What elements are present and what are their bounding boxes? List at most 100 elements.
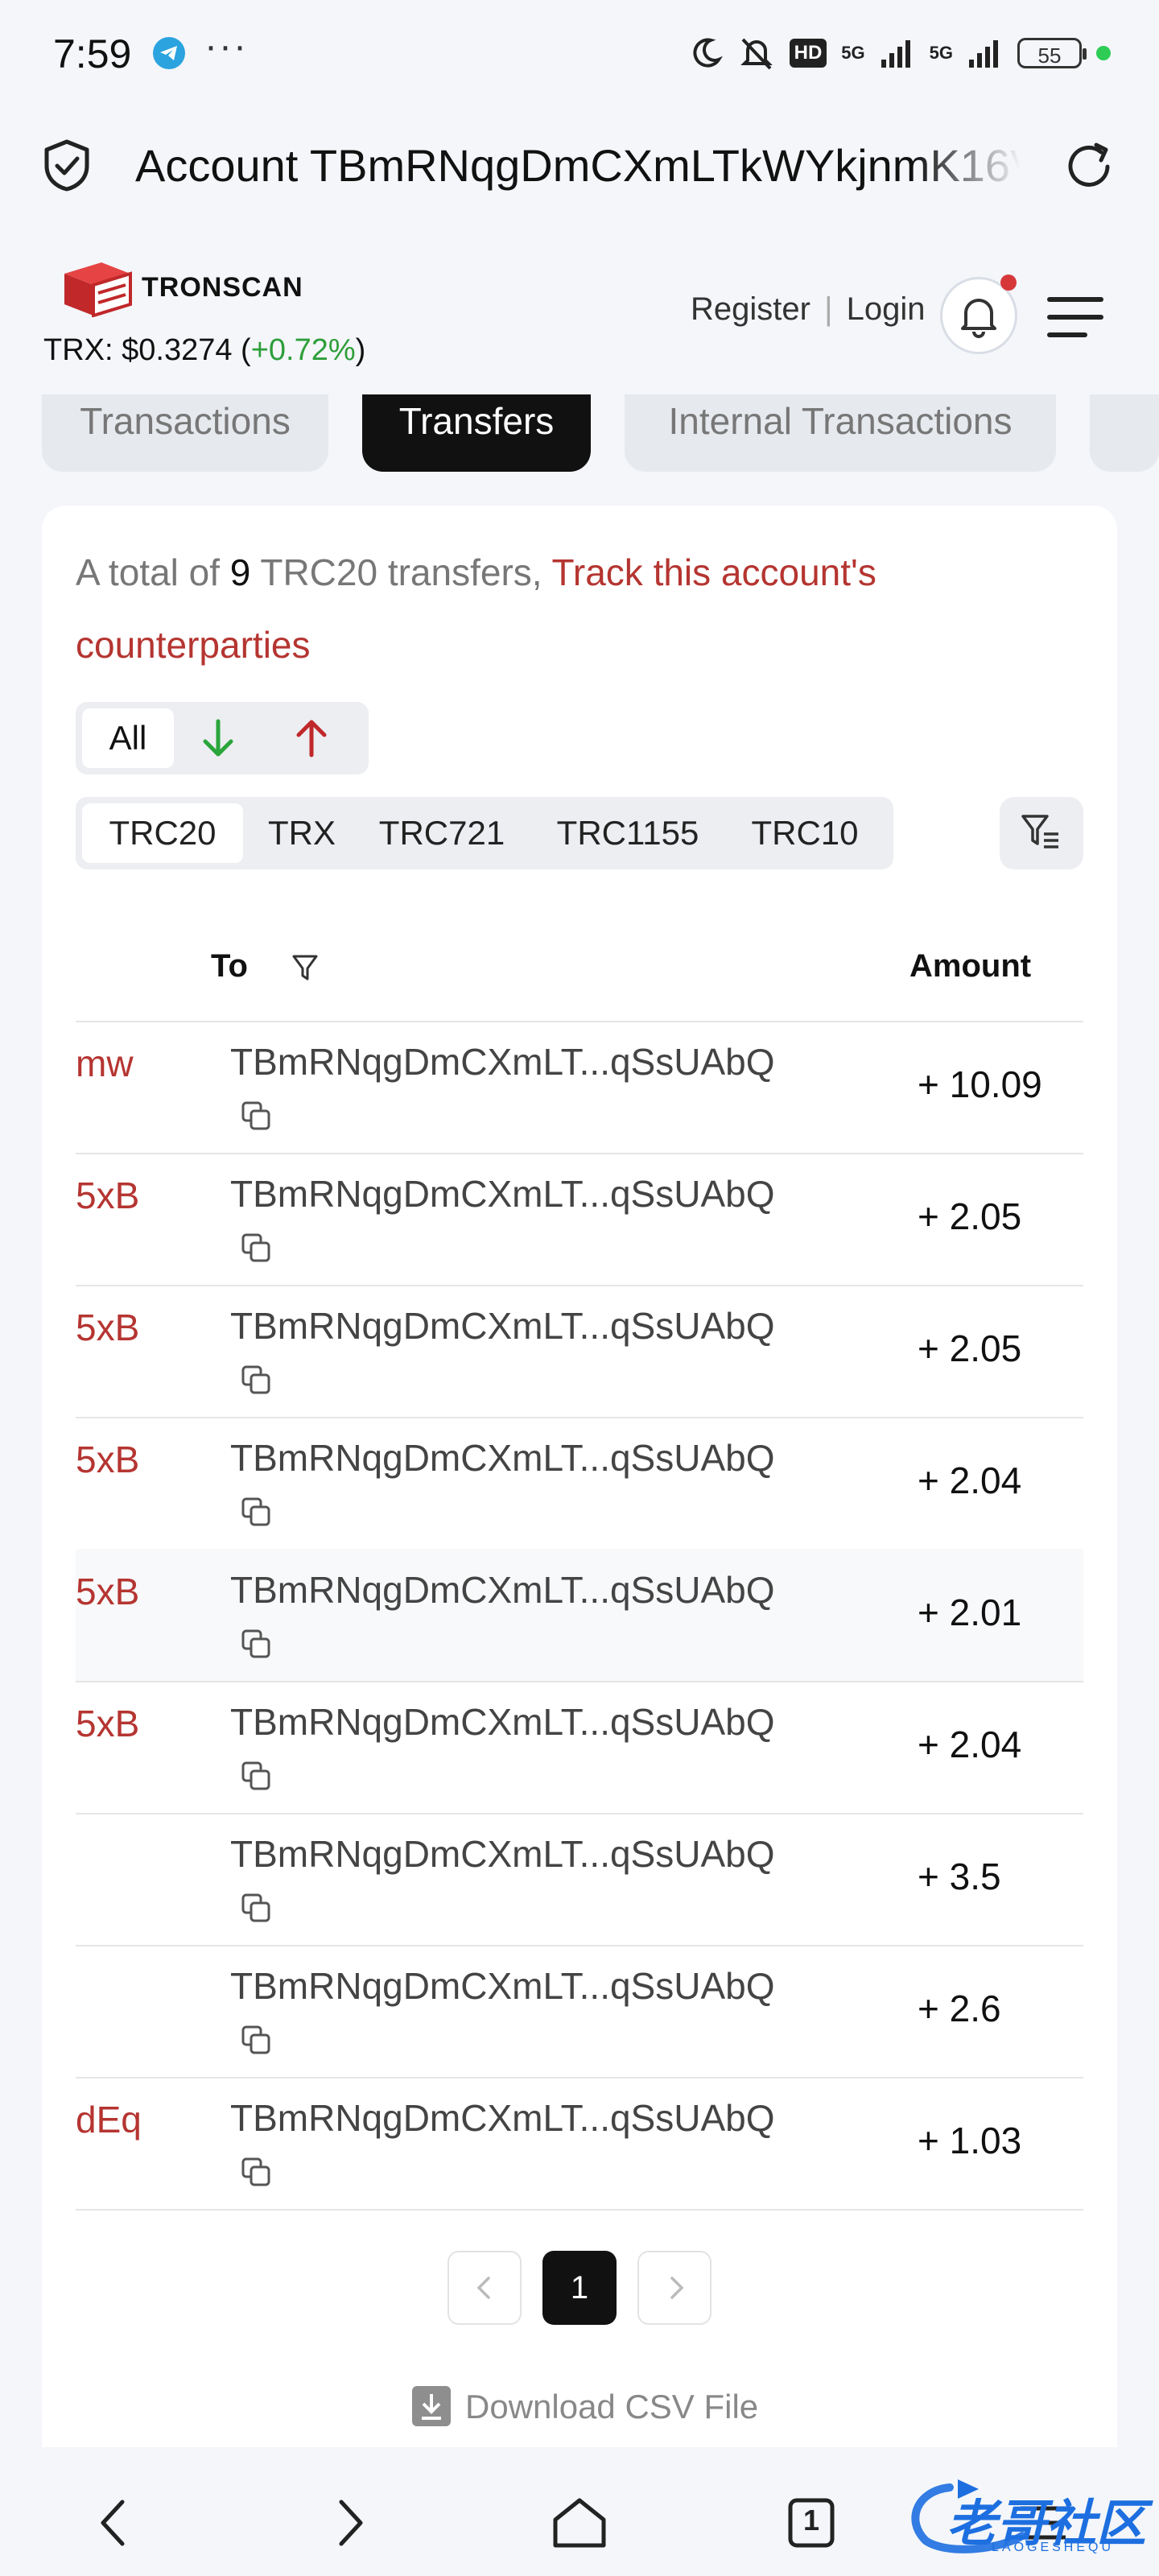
direction-all-button[interactable]: All bbox=[82, 708, 174, 768]
column-to: To bbox=[211, 948, 248, 984]
tabs-button[interactable]: 1 bbox=[779, 2491, 843, 2555]
copy-icon[interactable] bbox=[240, 1364, 272, 1396]
amount-value: + 2.04 bbox=[918, 1459, 1022, 1501]
copy-icon[interactable] bbox=[240, 2156, 272, 2188]
table-row[interactable]: 5xB TBmRNqgDmCXmLT...qSsUAbQ + 2.05 bbox=[76, 1285, 1083, 1418]
table-row[interactable]: dEq TBmRNqgDmCXmLT...qSsUAbQ + 1.03 bbox=[76, 2077, 1083, 2211]
table-row[interactable]: TBmRNqgDmCXmLT...qSsUAbQ + 2.6 bbox=[76, 1945, 1083, 2079]
tabs-count: 1 bbox=[802, 2504, 820, 2537]
tab-transactions[interactable]: Transactions bbox=[42, 394, 328, 472]
pagination-page-current[interactable]: 1 bbox=[542, 2251, 617, 2325]
privacy-dot bbox=[1096, 46, 1111, 60]
download-csv-label: Download CSV File bbox=[465, 2388, 759, 2425]
mute-icon bbox=[740, 38, 773, 70]
to-address[interactable]: TBmRNqgDmCXmLT...qSsUAbQ bbox=[230, 1040, 775, 1084]
reload-icon[interactable] bbox=[1061, 138, 1117, 195]
filter-button[interactable] bbox=[1000, 797, 1083, 869]
login-link[interactable]: Login bbox=[847, 291, 926, 327]
copy-icon[interactable] bbox=[240, 1628, 272, 1660]
table-header: To Amount bbox=[76, 924, 1083, 1022]
token-tab-trx[interactable]: TRX bbox=[258, 803, 346, 863]
filter-list-icon bbox=[1021, 815, 1058, 848]
to-address[interactable]: TBmRNqgDmCXmLT...qSsUAbQ bbox=[230, 1700, 775, 1744]
watermark-subtext: LAOGESHEQU bbox=[992, 2541, 1115, 2554]
table-row[interactable]: TBmRNqgDmCXmLT...qSsUAbQ + 3.5 bbox=[76, 1813, 1083, 1946]
amount-value: + 2.01 bbox=[918, 1591, 1022, 1633]
chevron-left-icon bbox=[476, 2277, 490, 2299]
copy-icon[interactable] bbox=[240, 1232, 272, 1264]
arrow-down-icon[interactable] bbox=[193, 713, 243, 763]
hamburger-menu-icon[interactable] bbox=[1046, 295, 1104, 340]
auth-links: Register | Login bbox=[691, 291, 925, 328]
copy-icon[interactable] bbox=[240, 1496, 272, 1528]
status-indicators: HD 5G 5G 55 bbox=[688, 31, 1111, 76]
home-icon[interactable] bbox=[547, 2491, 612, 2555]
copy-icon[interactable] bbox=[240, 1100, 272, 1132]
column-filter-icon[interactable] bbox=[291, 952, 319, 984]
download-icon bbox=[412, 2386, 451, 2426]
from-address-link[interactable]: 5xB bbox=[76, 1306, 139, 1349]
token-tab-trc10[interactable]: TRC10 bbox=[734, 803, 876, 863]
status-bar: 7:59 ··· HD 5G 5G 55 bbox=[0, 0, 1159, 105]
tab-transfers[interactable]: Transfers bbox=[362, 394, 591, 472]
token-type-tabs: TRC20 TRX TRC721 TRC1155 TRC10 bbox=[76, 797, 893, 869]
tab-internal-transactions[interactable]: Internal Transactions bbox=[625, 394, 1056, 472]
bell-icon bbox=[961, 299, 996, 338]
tronscan-logo-icon[interactable] bbox=[61, 259, 134, 317]
trx-change-open: ( bbox=[241, 333, 251, 367]
copy-icon[interactable] bbox=[240, 1760, 272, 1792]
table-row[interactable]: 5xB TBmRNqgDmCXmLT...qSsUAbQ + 2.04 bbox=[76, 1417, 1083, 1550]
tab-more[interactable] bbox=[1090, 394, 1159, 472]
register-link[interactable]: Register bbox=[691, 291, 810, 327]
table-row[interactable]: mw TBmRNqgDmCXmLT...qSsUAbQ + 10.09 bbox=[76, 1021, 1083, 1154]
pagination-prev-button[interactable] bbox=[448, 2251, 522, 2325]
network-5g-1: 5G bbox=[841, 43, 865, 63]
back-icon[interactable] bbox=[84, 2491, 148, 2555]
arrow-up-icon[interactable] bbox=[287, 713, 336, 763]
from-address-link[interactable]: mw bbox=[76, 1042, 134, 1085]
transfers-card: A total of 9 TRC20 transfers, Track this… bbox=[42, 506, 1117, 2486]
copy-icon[interactable] bbox=[240, 1892, 272, 1924]
token-tab-trc20[interactable]: TRC20 bbox=[82, 803, 243, 863]
from-address-link[interactable]: 5xB bbox=[76, 1702, 139, 1745]
to-address[interactable]: TBmRNqgDmCXmLT...qSsUAbQ bbox=[230, 1568, 775, 1612]
table-row[interactable]: 5xB TBmRNqgDmCXmLT...qSsUAbQ + 2.05 bbox=[76, 1153, 1083, 1286]
from-address-link[interactable]: 5xB bbox=[76, 1174, 139, 1217]
token-tab-trc721[interactable]: TRC721 bbox=[367, 803, 517, 863]
status-time: 7:59 bbox=[53, 31, 132, 76]
auth-separator: | bbox=[824, 291, 833, 327]
from-address-link[interactable]: 5xB bbox=[76, 1438, 139, 1481]
table-row[interactable]: 5xB TBmRNqgDmCXmLT...qSsUAbQ + 2.01 bbox=[76, 1549, 1083, 1682]
pagination-next-button[interactable] bbox=[637, 2251, 711, 2325]
page-title[interactable]: Account TBmRNqgDmCXmLTkWYkjnmK16V bbox=[135, 135, 1021, 196]
to-address[interactable]: TBmRNqgDmCXmLT...qSsUAbQ bbox=[230, 2096, 775, 2140]
amount-value: + 3.5 bbox=[918, 1856, 1001, 1897]
token-tab-trc1155[interactable]: TRC1155 bbox=[542, 803, 713, 863]
from-address-link[interactable]: 5xB bbox=[76, 1570, 139, 1613]
pagination: 1 bbox=[42, 2251, 1117, 2328]
battery-icon: 55 bbox=[1017, 38, 1087, 68]
transfer-count: 9 bbox=[229, 551, 251, 593]
forward-icon[interactable] bbox=[316, 2491, 380, 2555]
site-name[interactable]: TRONSCAN bbox=[142, 272, 303, 303]
notification-button[interactable] bbox=[940, 275, 1017, 354]
signal-icon bbox=[969, 40, 998, 68]
amount-value: + 2.05 bbox=[918, 1195, 1022, 1237]
notification-dot bbox=[1000, 275, 1017, 291]
moon-icon bbox=[693, 38, 723, 68]
summary-middle: TRC20 transfers, bbox=[250, 551, 552, 593]
amount-value: + 2.04 bbox=[918, 1724, 1022, 1765]
shield-check-icon[interactable] bbox=[42, 138, 92, 192]
to-address[interactable]: TBmRNqgDmCXmLT...qSsUAbQ bbox=[230, 1964, 775, 2008]
amount-value: + 10.09 bbox=[918, 1063, 1042, 1105]
from-address-link[interactable]: dEq bbox=[76, 2098, 142, 2141]
direction-filter: All bbox=[76, 702, 369, 774]
summary-prefix: A total of bbox=[76, 551, 230, 593]
to-address[interactable]: TBmRNqgDmCXmLT...qSsUAbQ bbox=[230, 1436, 775, 1480]
copy-icon[interactable] bbox=[240, 2024, 272, 2056]
to-address[interactable]: TBmRNqgDmCXmLT...qSsUAbQ bbox=[230, 1304, 775, 1348]
to-address[interactable]: TBmRNqgDmCXmLT...qSsUAbQ bbox=[230, 1832, 775, 1876]
table-row[interactable]: 5xB TBmRNqgDmCXmLT...qSsUAbQ + 2.04 bbox=[76, 1681, 1083, 1814]
hd-badge: HD bbox=[789, 39, 827, 68]
to-address[interactable]: TBmRNqgDmCXmLT...qSsUAbQ bbox=[230, 1172, 775, 1216]
